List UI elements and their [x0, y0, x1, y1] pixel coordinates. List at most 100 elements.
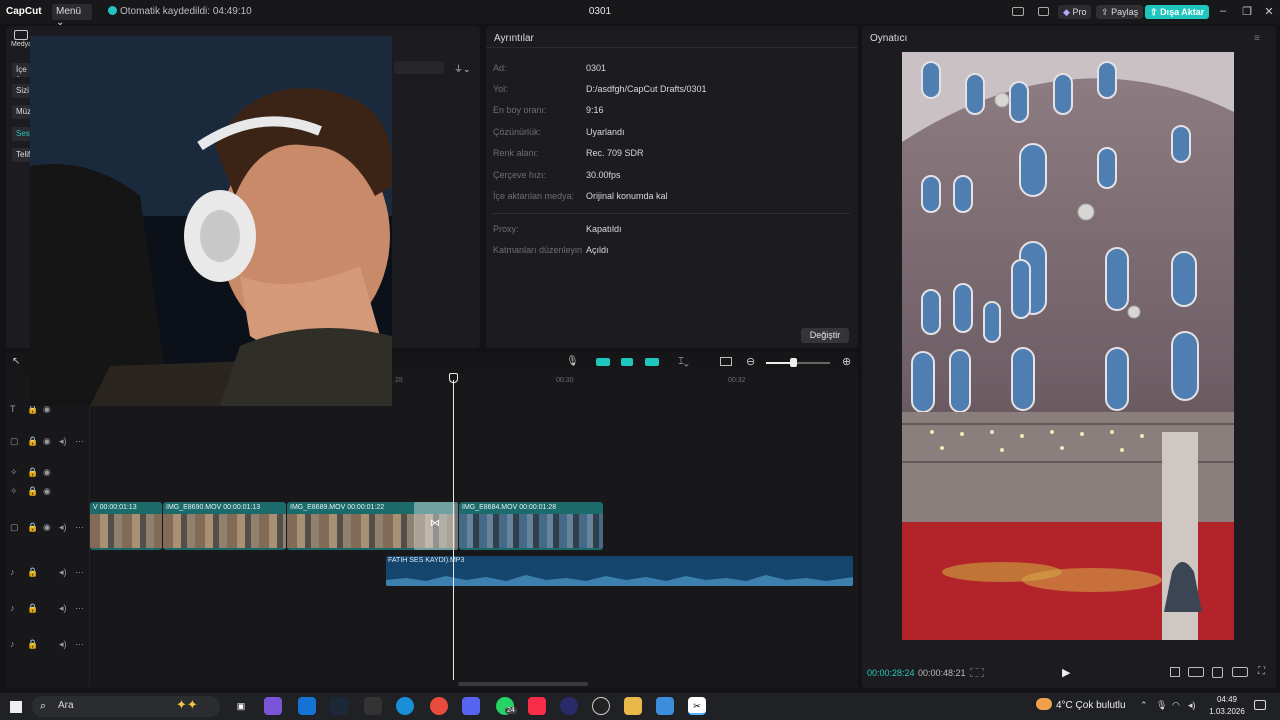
clip-thumbnails [163, 514, 286, 548]
maximize-icon[interactable]: ❐ [1240, 5, 1254, 19]
audio-icon[interactable]: ◂) [59, 603, 67, 614]
share-icon: ⇪ [1101, 7, 1109, 17]
effect-track-icon: ✧ [10, 467, 18, 477]
tick-label: 00:32 [728, 377, 746, 384]
more-icon[interactable]: ··· [75, 522, 84, 532]
shortcuts-icon[interactable] [1038, 7, 1049, 16]
microphone-icon[interactable]: 🎙 [566, 356, 579, 367]
discord-icon[interactable] [462, 697, 480, 715]
more-icon[interactable]: ··· [75, 639, 84, 649]
lock-icon[interactable]: 🔒 [27, 467, 38, 478]
lock-icon[interactable]: 🔒 [27, 436, 38, 447]
audio-icon[interactable]: ◂) [59, 639, 67, 650]
current-time: 00:00:28:24 [867, 668, 915, 678]
change-button[interactable]: Değiştir [801, 328, 849, 343]
more-icon[interactable]: ··· [75, 603, 84, 613]
timeline-grid-icon[interactable] [970, 668, 984, 677]
detail-value: 30.00fps [586, 170, 621, 180]
notification-icon[interactable] [1254, 700, 1266, 710]
wifi-icon[interactable]: ◠ [1172, 700, 1180, 711]
capcut-logo: CapCut [6, 6, 42, 17]
caption-icon[interactable] [720, 357, 732, 366]
pro-button[interactable]: ◆ Pro [1058, 5, 1092, 19]
side-item-sound[interactable]: Ses [12, 127, 30, 141]
side-item-music[interactable]: Müz [12, 105, 30, 119]
side-item-copyright[interactable]: Telif [12, 148, 30, 162]
lock-icon[interactable]: 🔒 [27, 567, 38, 578]
menu-button[interactable]: Menü ⌄ [52, 4, 92, 28]
close-icon[interactable]: ✕ [1262, 5, 1276, 19]
video-clip[interactable]: IMG_E8690.MOV 00:00:01:13 [163, 502, 286, 550]
chrome-icon[interactable] [430, 697, 448, 715]
play-icon[interactable]: ▶ [1062, 666, 1070, 679]
timeline-scrollbar[interactable] [458, 682, 588, 686]
aspect-icon[interactable] [1232, 667, 1248, 677]
crop-icon[interactable] [1170, 667, 1180, 677]
detail-value: 9:16 [586, 105, 604, 115]
lock-icon[interactable]: 🔒 [27, 486, 38, 497]
preview-axis-icon[interactable] [645, 358, 659, 366]
zoom-slider-handle[interactable] [790, 358, 797, 367]
more-icon[interactable]: ··· [75, 567, 84, 577]
clock-time[interactable]: 04:49 [1212, 695, 1242, 704]
capcut-taskbar-icon[interactable]: ✂ [688, 697, 706, 715]
eye-icon[interactable]: ◉ [43, 436, 51, 447]
details-header-divider [486, 47, 858, 48]
split-icon[interactable]: ⌶⌄ [678, 356, 689, 367]
lock-icon[interactable]: 🔒 [27, 639, 38, 650]
side-item-yours[interactable]: Sizi [12, 84, 30, 98]
task-view-icon[interactable]: ▣ [232, 697, 250, 715]
lock-icon[interactable]: 🔒 [27, 522, 38, 533]
ratio-icon[interactable] [1188, 667, 1204, 677]
zoom-out-icon[interactable]: ⊖ [746, 355, 755, 368]
audio-icon[interactable]: ◂) [59, 436, 67, 447]
player-menu-icon[interactable]: ≡ [1254, 33, 1260, 44]
lock-icon[interactable]: 🔒 [27, 603, 38, 614]
share-button[interactable]: ⇪ Paylaş [1096, 5, 1144, 19]
clock-date[interactable]: 1.03.2026 [1205, 707, 1249, 716]
detail-label: Ad: [493, 63, 507, 73]
media-search-input[interactable] [394, 61, 444, 74]
more-icon[interactable]: ··· [75, 436, 84, 446]
volume-icon[interactable]: ◂) [1188, 700, 1196, 711]
zoom-in-icon[interactable]: ⊕ [842, 355, 851, 368]
quality-icon[interactable] [1212, 667, 1223, 678]
video-preview[interactable] [902, 52, 1234, 640]
fullscreen-icon[interactable]: ⛶ [1258, 666, 1265, 677]
windows-start-icon[interactable] [10, 701, 22, 713]
media-tab-label[interactable]: Medya [11, 41, 32, 48]
obs-icon[interactable] [592, 697, 610, 715]
media-tab-icon[interactable] [14, 30, 28, 40]
playhead-handle[interactable] [449, 373, 458, 383]
audio-icon[interactable]: ◂) [59, 567, 67, 578]
music-icon[interactable] [528, 697, 546, 715]
export-label: Dışa Aktar [1160, 7, 1205, 17]
link-icon[interactable] [596, 358, 610, 366]
select-tool-icon[interactable]: ↖ [12, 356, 20, 367]
filter-icon[interactable]: ⏚⌄ [454, 62, 471, 75]
tray-mic-icon[interactable]: 🎙 [1156, 700, 1167, 711]
eye-icon[interactable]: ◉ [43, 467, 51, 478]
tray-chevron-icon[interactable]: ⌃ [1140, 700, 1148, 711]
epic-games-icon[interactable] [364, 697, 382, 715]
eye-icon[interactable]: ◉ [43, 486, 51, 497]
minimize-icon[interactable]: – [1216, 5, 1230, 19]
photos-icon[interactable] [656, 697, 674, 715]
layout-icon[interactable] [1012, 7, 1024, 16]
outlook-icon[interactable] [298, 697, 316, 715]
copilot-icon[interactable] [264, 697, 282, 715]
export-button[interactable]: ⇧ Dışa Aktar [1145, 5, 1210, 19]
video-clip[interactable]: IMG_E8684.MOV 00:00:01:28 [459, 502, 603, 550]
audio-clip[interactable]: FATİH SES KAYDI).MP3 [386, 556, 853, 586]
media-app-icon[interactable] [560, 697, 578, 715]
snap-icon[interactable] [621, 358, 633, 366]
steam-icon[interactable] [330, 697, 348, 715]
side-item-import[interactable]: İçe a [12, 63, 30, 77]
edge-icon[interactable] [396, 697, 414, 715]
audio-icon[interactable]: ◂) [59, 522, 67, 533]
eye-icon[interactable]: ◉ [43, 522, 51, 533]
video-clip[interactable]: V 00:00:01:13 [90, 502, 162, 550]
share-label: Paylaş [1111, 7, 1139, 17]
file-explorer-icon[interactable] [624, 697, 642, 715]
playhead-line[interactable] [453, 380, 454, 680]
